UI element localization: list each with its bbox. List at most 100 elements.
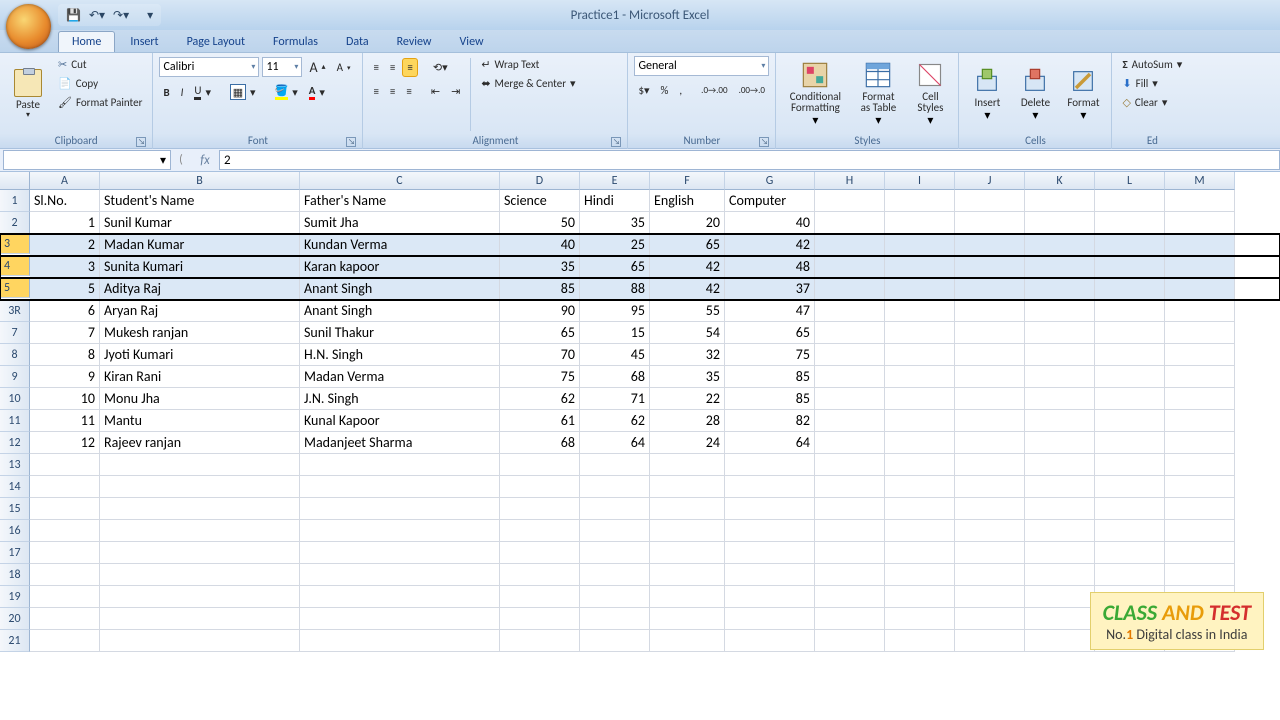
cell-E4[interactable]: 65 [580, 256, 650, 278]
row-header-4[interactable]: 4 [0, 256, 30, 276]
cell-I7[interactable] [885, 322, 955, 344]
cell-H5[interactable] [815, 278, 885, 300]
cell-F15[interactable] [650, 498, 725, 520]
cell-E18[interactable] [580, 564, 650, 586]
cell-J9[interactable] [955, 366, 1025, 388]
cell-I10[interactable] [885, 388, 955, 410]
cell-L1[interactable] [1095, 190, 1165, 212]
cell-B2[interactable]: Sunil Kumar [100, 212, 300, 234]
cell-E7[interactable]: 15 [580, 322, 650, 344]
cell-E3[interactable]: 25 [580, 234, 650, 256]
cell-J19[interactable] [955, 586, 1025, 608]
cell-J8[interactable] [955, 344, 1025, 366]
format-painter-button[interactable]: 🖌Format Painter [54, 94, 146, 111]
cell-C17[interactable] [300, 542, 500, 564]
cell-C14[interactable] [300, 476, 500, 498]
cell-F20[interactable] [650, 608, 725, 630]
cell-A18[interactable] [30, 564, 100, 586]
cell-K7[interactable] [1025, 322, 1095, 344]
cell-B6[interactable]: Aryan Raj [100, 300, 300, 322]
cell-D11[interactable]: 61 [500, 410, 580, 432]
cell-D18[interactable] [500, 564, 580, 586]
cell-F3[interactable]: 65 [650, 234, 725, 256]
cell-L10[interactable] [1095, 388, 1165, 410]
row-header-16[interactable]: 16 [0, 520, 30, 542]
cell-B19[interactable] [100, 586, 300, 608]
cell-E20[interactable] [580, 608, 650, 630]
cell-B3[interactable]: Madan Kumar [100, 234, 300, 256]
cell-K9[interactable] [1025, 366, 1095, 388]
cell-B16[interactable] [100, 520, 300, 542]
bold-button[interactable]: B [159, 84, 173, 101]
cell-J2[interactable] [955, 212, 1025, 234]
cell-G8[interactable]: 75 [725, 344, 815, 366]
cell-J12[interactable] [955, 432, 1025, 454]
cell-M10[interactable] [1165, 388, 1235, 410]
row-header-20[interactable]: 20 [0, 608, 30, 630]
row-header-13[interactable]: 13 [0, 454, 30, 476]
cell-I18[interactable] [885, 564, 955, 586]
cell-K8[interactable] [1025, 344, 1095, 366]
cell-F8[interactable]: 32 [650, 344, 725, 366]
cell-M1[interactable] [1165, 190, 1235, 212]
cell-E12[interactable]: 64 [580, 432, 650, 454]
cell-L7[interactable] [1095, 322, 1165, 344]
cell-D4[interactable]: 35 [500, 256, 580, 278]
row-header-15[interactable]: 15 [0, 498, 30, 520]
cell-G4[interactable]: 48 [725, 256, 815, 278]
cell-H12[interactable] [815, 432, 885, 454]
cell-B14[interactable] [100, 476, 300, 498]
cell-G17[interactable] [725, 542, 815, 564]
row-header-1[interactable]: 1 [0, 190, 30, 212]
cell-M5[interactable] [1165, 278, 1235, 300]
cell-C7[interactable]: Sunil Thakur [300, 322, 500, 344]
cell-G1[interactable]: Computer [725, 190, 815, 212]
cell-K11[interactable] [1025, 410, 1095, 432]
cell-I20[interactable] [885, 608, 955, 630]
cell-H9[interactable] [815, 366, 885, 388]
cell-D10[interactable]: 62 [500, 388, 580, 410]
align-left-button[interactable]: ≡ [369, 83, 382, 100]
cell-E14[interactable] [580, 476, 650, 498]
cell-A15[interactable] [30, 498, 100, 520]
cell-I4[interactable] [885, 256, 955, 278]
cell-A17[interactable] [30, 542, 100, 564]
cell-J5[interactable] [955, 278, 1025, 300]
underline-button[interactable]: U▾ [190, 82, 215, 102]
col-header-L[interactable]: L [1095, 172, 1165, 190]
cell-C9[interactable]: Madan Verma [300, 366, 500, 388]
cell-E21[interactable] [580, 630, 650, 652]
cell-A13[interactable] [30, 454, 100, 476]
merge-center-button[interactable]: ⬌Merge & Center▾ [477, 75, 579, 92]
increase-decimal-button[interactable]: .0→.00 [697, 83, 731, 98]
cell-G14[interactable] [725, 476, 815, 498]
formula-input[interactable]: 2 [219, 150, 1280, 170]
align-bottom-button[interactable]: ≡ [402, 58, 417, 77]
cell-G12[interactable]: 64 [725, 432, 815, 454]
tab-data[interactable]: Data [333, 32, 382, 52]
row-header-14[interactable]: 14 [0, 476, 30, 498]
cell-I13[interactable] [885, 454, 955, 476]
cell-I12[interactable] [885, 432, 955, 454]
cell-J13[interactable] [955, 454, 1025, 476]
row-header-6[interactable]: 3R [0, 300, 30, 322]
cell-L13[interactable] [1095, 454, 1165, 476]
cell-I19[interactable] [885, 586, 955, 608]
cell-J17[interactable] [955, 542, 1025, 564]
cell-J3[interactable] [955, 234, 1025, 256]
format-as-table-button[interactable]: Format as Table▾ [852, 56, 904, 133]
cell-K14[interactable] [1025, 476, 1095, 498]
cell-F13[interactable] [650, 454, 725, 476]
cell-H17[interactable] [815, 542, 885, 564]
cell-A19[interactable] [30, 586, 100, 608]
tab-review[interactable]: Review [384, 32, 445, 52]
cell-E2[interactable]: 35 [580, 212, 650, 234]
cell-B7[interactable]: Mukesh ranjan [100, 322, 300, 344]
cell-E9[interactable]: 68 [580, 366, 650, 388]
cell-J6[interactable] [955, 300, 1025, 322]
cell-K10[interactable] [1025, 388, 1095, 410]
decrease-indent-button[interactable]: ⇤ [427, 83, 444, 100]
cell-D1[interactable]: Science [500, 190, 580, 212]
cell-K2[interactable] [1025, 212, 1095, 234]
cell-I8[interactable] [885, 344, 955, 366]
